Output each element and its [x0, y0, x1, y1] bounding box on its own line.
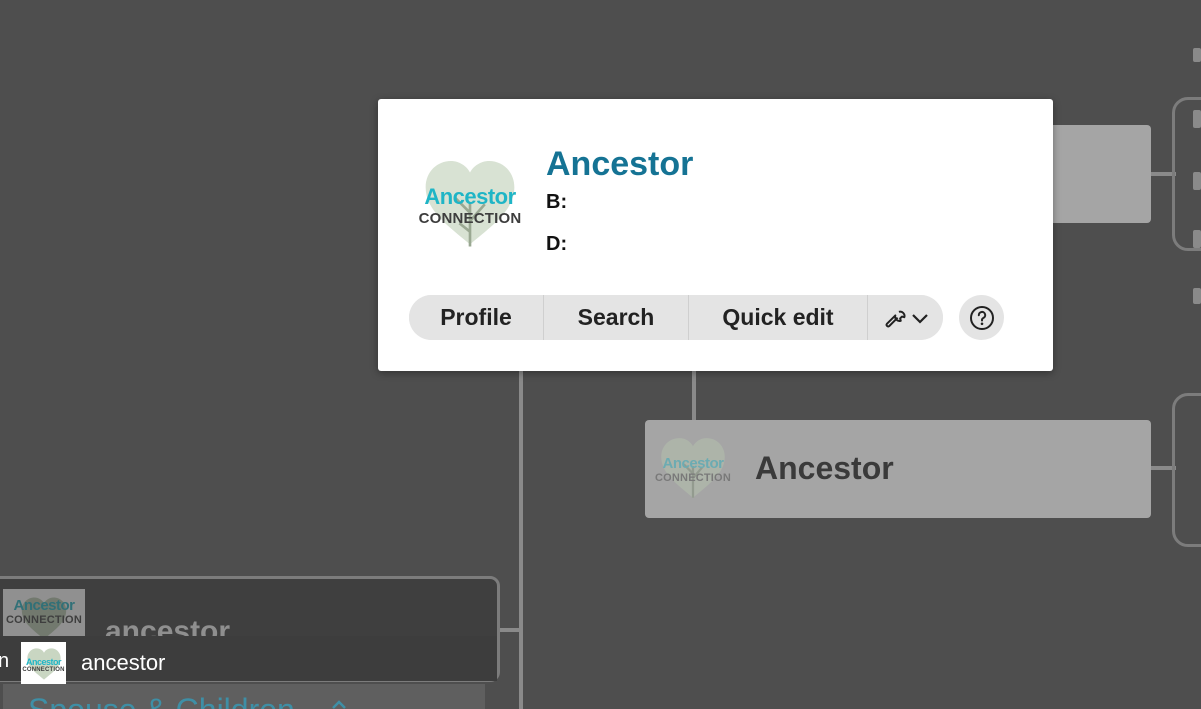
chevron-down-icon: [911, 313, 928, 324]
logo-text-line2: CONNECTION: [418, 209, 522, 227]
logo-text-line1: Ancestor: [662, 454, 724, 472]
truncated-text: n: [0, 650, 10, 672]
question-circle-icon: [969, 305, 994, 330]
connector-line: [692, 370, 696, 422]
connector-line: [497, 628, 521, 632]
action-button-group: Profile Search Quick edit: [409, 295, 943, 340]
person-popup: Ancestor CONNECTION Ancestor B: D: Profi…: [378, 99, 1053, 371]
section-header-label: Spouse & Children: [28, 692, 295, 709]
logo-text-line2: CONNECTION: [6, 614, 82, 626]
person-name[interactable]: ancestor: [81, 650, 165, 676]
logo-text-line2: CONNECTION: [22, 666, 65, 673]
chevron-up-icon[interactable]: [331, 698, 347, 709]
edge-text-fragments: [1193, 40, 1201, 310]
tools-dropdown-button[interactable]: [868, 295, 943, 340]
help-button[interactable]: [959, 295, 1004, 340]
birth-label: B:: [546, 191, 568, 213]
death-label: D:: [546, 233, 568, 255]
logo-text-line2: CONNECTION: [655, 471, 731, 484]
selection-bar[interactable]: n Ancestor CONNECTION ancestor: [0, 636, 497, 687]
person-name-heading[interactable]: Ancestor: [546, 145, 693, 184]
person-photo-large: Ancestor CONNECTION: [408, 145, 532, 265]
tree-bracket: [1172, 393, 1201, 547]
person-photo-small: Ancestor CONNECTION: [21, 642, 66, 687]
logo-text-line1: Ancestor: [13, 597, 75, 614]
connector-line: [519, 370, 523, 709]
wrench-icon: [885, 310, 905, 327]
search-button[interactable]: Search: [544, 295, 689, 340]
section-header[interactable]: Spouse & Children: [3, 684, 485, 709]
logo-text-line1: Ancestor: [424, 183, 516, 209]
logo-text-line1: Ancestor: [25, 656, 62, 667]
quick-edit-button[interactable]: Quick edit: [689, 295, 868, 340]
person-name[interactable]: Ancestor: [755, 450, 894, 487]
person-photo: Ancestor CONNECTION: [650, 426, 736, 512]
person-card-ancestor[interactable]: Ancestor CONNECTION Ancestor: [645, 420, 1151, 518]
profile-button[interactable]: Profile: [409, 295, 544, 340]
